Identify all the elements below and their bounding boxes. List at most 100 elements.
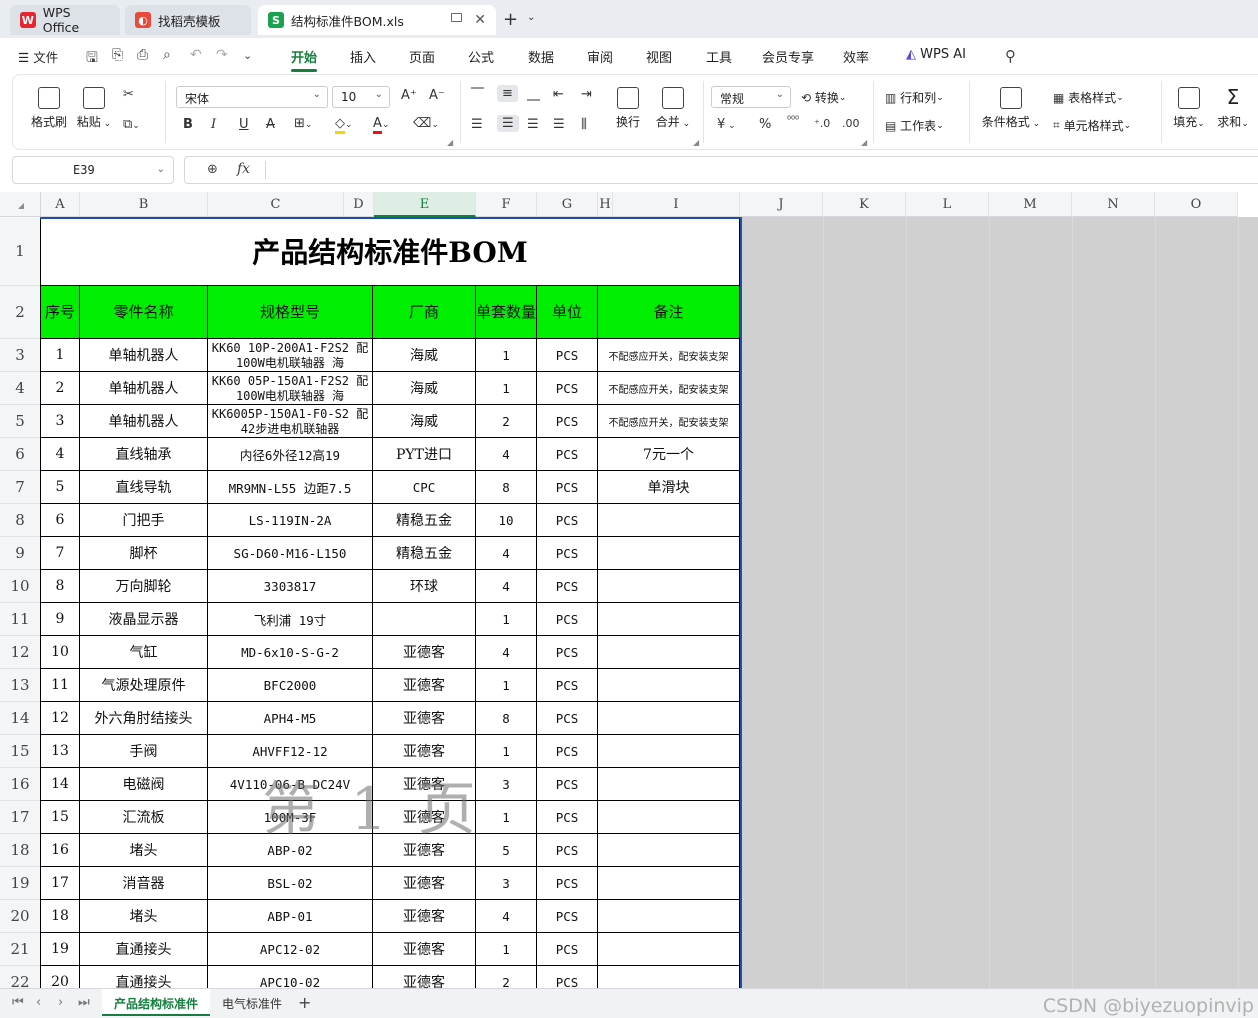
row-header[interactable]: 16: [0, 768, 41, 801]
tab-bom-file[interactable]: S 结构标准件BOM.xls ✕: [258, 5, 496, 35]
export-icon[interactable]: ⎘: [112, 47, 123, 63]
undo-icon[interactable]: ↶: [190, 47, 202, 63]
cell-remark[interactable]: [598, 801, 740, 834]
row-header[interactable]: 6: [0, 438, 41, 471]
cell-part-name[interactable]: 单轴机器人: [80, 339, 208, 372]
cell-remark[interactable]: [598, 735, 740, 768]
rows-cols-button[interactable]: ▥ 行和列 ⌄: [885, 89, 944, 106]
column-header[interactable]: M: [989, 192, 1072, 217]
cell-spec[interactable]: 飞利浦 19寸: [208, 603, 373, 636]
cell-unit[interactable]: PCS: [537, 834, 598, 867]
cell-index[interactable]: 18: [41, 900, 80, 933]
fill-button[interactable]: 填充⌄: [1171, 87, 1207, 130]
row-header[interactable]: 21: [0, 933, 41, 966]
cell-spec[interactable]: MR9MN-L55 边距7.5: [208, 471, 373, 504]
first-sheet-icon[interactable]: ⏮: [12, 995, 24, 1010]
cell-remark[interactable]: [598, 504, 740, 537]
strikethrough-icon[interactable]: A: [266, 117, 275, 132]
row-header[interactable]: 12: [0, 636, 41, 669]
cell-unit[interactable]: PCS: [537, 504, 598, 537]
distributed-icon[interactable]: ⫼: [581, 117, 587, 132]
cell-index[interactable]: 15: [41, 801, 80, 834]
spreadsheet-grid[interactable]: A B C D E F G H I J K L M N O 1 2 3 4 5 6 7 8 9 10 11 12 13 14 15 16 17…: [0, 192, 1258, 988]
tab-efficiency[interactable]: 效率: [843, 47, 869, 66]
sheet-tab-electrical[interactable]: 电气标准件: [210, 989, 294, 1016]
column-header[interactable]: J: [740, 192, 823, 217]
header-spec[interactable]: 规格型号: [208, 286, 373, 339]
row-header[interactable]: 22: [0, 966, 41, 988]
font-dialog-icon[interactable]: ◢: [447, 138, 453, 147]
cell-unit[interactable]: PCS: [537, 801, 598, 834]
cut-icon[interactable]: ✂: [123, 87, 134, 102]
number-format-select[interactable]: 常规 ⌄: [711, 86, 791, 108]
prev-sheet-icon[interactable]: ‹: [36, 995, 41, 1010]
cell-qty[interactable]: 1: [476, 801, 537, 834]
cell-unit[interactable]: PCS: [537, 966, 598, 988]
cell-spec[interactable]: APC10-02: [208, 966, 373, 988]
font-color-icon[interactable]: A⌄: [373, 116, 389, 134]
cell-vendor[interactable]: 精稳五金: [373, 537, 476, 570]
last-sheet-icon[interactable]: ⏭: [78, 995, 90, 1010]
tab-home[interactable]: 开始: [291, 47, 318, 72]
column-header[interactable]: K: [823, 192, 906, 217]
cell-qty[interactable]: 1: [476, 339, 537, 372]
increase-indent-icon[interactable]: ⇥: [581, 87, 592, 102]
row-header[interactable]: 4: [0, 372, 41, 405]
cell-index[interactable]: 1: [41, 339, 80, 372]
formula-bar[interactable]: ⊕ fx: [184, 156, 1258, 184]
cell-part-name[interactable]: 万向脚轮: [80, 570, 208, 603]
tab-review[interactable]: 审阅: [587, 47, 613, 66]
cell-unit[interactable]: PCS: [537, 570, 598, 603]
cell-index[interactable]: 12: [41, 702, 80, 735]
bom-title[interactable]: 产品结构标准件BOM: [41, 217, 740, 286]
cell-remark[interactable]: 7元一个: [598, 438, 740, 471]
cell-spec[interactable]: BSL-02: [208, 867, 373, 900]
search-icon[interactable]: ⚲: [1005, 47, 1016, 65]
cell-index[interactable]: 11: [41, 669, 80, 702]
print-preview-icon[interactable]: ⌕: [163, 47, 171, 63]
cell-part-name[interactable]: 堵头: [80, 834, 208, 867]
cell-unit[interactable]: PCS: [537, 438, 598, 471]
cell-spec[interactable]: SG-D60-M16-L150: [208, 537, 373, 570]
cell-spec[interactable]: AHVFF12-12: [208, 735, 373, 768]
cell-vendor[interactable]: 海威: [373, 405, 476, 438]
cell-remark[interactable]: [598, 603, 740, 636]
cell-part-name[interactable]: 液晶显示器: [80, 603, 208, 636]
cell-spec[interactable]: BFC2000: [208, 669, 373, 702]
merge-button[interactable]: 合并 ⌄: [651, 87, 695, 130]
tab-wps-ai[interactable]: ◭ WPS AI: [906, 47, 966, 62]
tab-formula[interactable]: 公式: [468, 47, 494, 66]
cell-remark[interactable]: [598, 537, 740, 570]
align-center-icon[interactable]: ☰: [497, 115, 519, 132]
border-icon[interactable]: ⊞⌄: [294, 116, 312, 131]
select-all-corner[interactable]: [0, 192, 41, 217]
cell-part-name[interactable]: 直通接头: [80, 933, 208, 966]
cell-part-name[interactable]: 电磁阀: [80, 768, 208, 801]
header-index[interactable]: 序号: [41, 286, 80, 339]
row-header[interactable]: 5: [0, 405, 41, 438]
cell-remark[interactable]: [598, 933, 740, 966]
cell-vendor[interactable]: PYT进口: [373, 438, 476, 471]
column-header[interactable]: H: [598, 192, 613, 217]
cell-index[interactable]: 14: [41, 768, 80, 801]
row-header[interactable]: 9: [0, 537, 41, 570]
italic-icon[interactable]: I: [211, 117, 216, 132]
column-header[interactable]: L: [906, 192, 989, 217]
cell-part-name[interactable]: 外六角肘结接头: [80, 702, 208, 735]
increase-decimal-icon[interactable]: ⁺.0: [814, 117, 830, 130]
worksheet-button[interactable]: ▤ 工作表 ⌄: [885, 117, 944, 134]
cell-qty[interactable]: 2: [476, 966, 537, 988]
name-box[interactable]: E39 ⌄: [12, 156, 174, 184]
cell-unit[interactable]: PCS: [537, 735, 598, 768]
justify-icon[interactable]: ☰: [553, 117, 565, 132]
bold-icon[interactable]: B: [183, 117, 193, 132]
tab-data[interactable]: 数据: [528, 47, 554, 66]
cell-part-name[interactable]: 气缸: [80, 636, 208, 669]
row-header[interactable]: 11: [0, 603, 41, 636]
conditional-format-button[interactable]: 条件格式 ⌄: [981, 87, 1041, 130]
cell-index[interactable]: 5: [41, 471, 80, 504]
convert-button[interactable]: ⟲ 转换 ⌄: [801, 89, 846, 106]
cell-index[interactable]: 4: [41, 438, 80, 471]
header-qty[interactable]: 单套数量: [476, 286, 537, 339]
row-header[interactable]: 1: [0, 217, 41, 286]
